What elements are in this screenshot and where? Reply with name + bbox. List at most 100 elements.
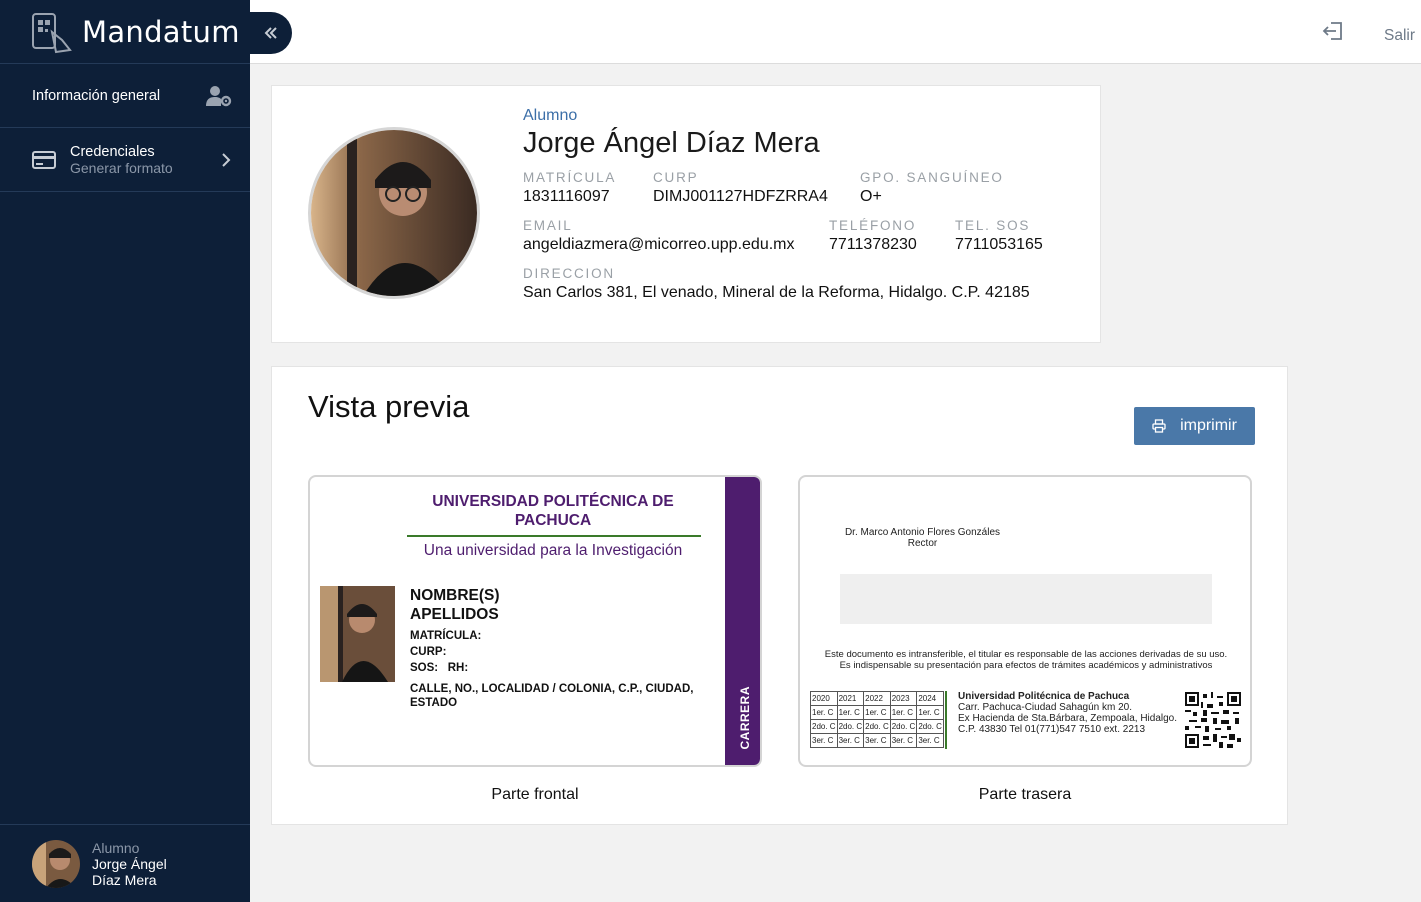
career-placeholder: CARRERA: [738, 685, 752, 750]
semester-cell: 2do. C: [889, 719, 918, 734]
matricula-value: 1831116097: [523, 188, 610, 205]
chevron-right-icon: [222, 152, 231, 167]
semester-cell: 2do. C: [863, 719, 891, 734]
sidebar-item-sublabel: Generar formato: [70, 159, 173, 176]
address-label: DIRECCION: [523, 266, 615, 281]
topbar: Salir: [250, 0, 1421, 64]
collapse-sidebar-button[interactable]: [250, 12, 292, 54]
logout-link[interactable]: Salir: [1384, 27, 1415, 45]
back-caption: Parte trasera: [978, 786, 1072, 803]
current-user[interactable]: Alumno Jorge Ángel Díaz Mera: [0, 824, 250, 902]
student-names: NOMBRE(S) APELLIDOS: [410, 586, 500, 624]
names-placeholder: NOMBRE(S): [410, 587, 500, 604]
phone-label: TELÉFONO: [829, 218, 917, 233]
student-photo: [320, 586, 395, 682]
brand[interactable]: Mandatum: [0, 0, 250, 64]
semester-cell: 2do. C: [836, 719, 865, 734]
year-cell: 2023: [889, 691, 918, 706]
disclaimer: Este documento es intransferible, el tit…: [808, 649, 1244, 671]
blood-type-field: GPO. SANGUÍNEO O+: [860, 170, 1004, 206]
table-row: 1er. C 1er. C 1er. C 1er. C 1er. C: [810, 705, 944, 720]
sidebar-item-informacion-general[interactable]: Información general: [0, 64, 250, 128]
app-logo-icon: [32, 12, 72, 53]
profile-photo: [308, 127, 480, 299]
email-label: EMAIL: [523, 218, 573, 233]
profile-card: Alumno Jorge Ángel Díaz Mera MATRÍCULA 1…: [271, 85, 1101, 343]
semester-cell: 3er. C: [836, 733, 865, 748]
preview-title: Vista previa: [308, 389, 470, 424]
rector-name: Dr. Marco Antonio Flores Gonzáles: [844, 527, 1001, 538]
year-cell: 2024: [916, 691, 944, 706]
logout-icon[interactable]: [1322, 20, 1344, 42]
sos-phone-label: TEL. SOS: [955, 218, 1031, 233]
semester-cell: 2do. C: [916, 719, 944, 734]
year-cell: 2022: [863, 691, 891, 706]
address-placeholder: CALLE, NO., LOCALIDAD / COLONIA, C.P., C…: [410, 683, 694, 709]
sos-phone-field: TEL. SOS 7711053165: [955, 218, 1043, 254]
disclaimer-line1: Este documento es intransferible, el tit…: [824, 649, 1228, 660]
year-cell: 2020: [810, 691, 838, 706]
career-band: CARRERA: [725, 477, 760, 765]
user-name-line2: Díaz Mera: [92, 871, 157, 888]
id-card-front: UNIVERSIDAD POLITÉCNICA DE PACHUCA Una u…: [308, 475, 762, 767]
matricula-placeholder: MATRÍCULA:: [410, 630, 482, 642]
disclaimer-line2: Es indispensable su presentación para ef…: [839, 660, 1213, 671]
credit-card-icon: [32, 150, 56, 169]
university-slogan: Una universidad para la Investigación: [423, 542, 683, 559]
sidebar: Mandatum Información general Credenciale…: [0, 0, 250, 902]
sidebar-item-label: Información general: [32, 87, 161, 104]
email-field: EMAIL angeldiazmera@micorreo.upp.edu.mx: [523, 218, 794, 254]
university-address-line3: C.P. 43830 Tel 01(771)547 7510 ext. 2213: [958, 724, 1146, 735]
phone-field: TELÉFONO 7711378230: [829, 218, 917, 254]
email-value: angeldiazmera@micorreo.upp.edu.mx: [523, 236, 795, 253]
sos-placeholder: SOS:: [410, 662, 439, 674]
semester-cell: 1er. C: [836, 705, 865, 720]
app-title: Mandatum: [82, 14, 240, 49]
user-name-line1: Jorge Ángel: [92, 855, 167, 872]
table-row: 3er. C 3er. C 3er. C 3er. C 3er. C: [810, 733, 944, 748]
curp-field: CURP DIMJ001127HDFZRRA4: [653, 170, 828, 206]
rector-signature-label: Dr. Marco Antonio Flores Gonzáles Rector: [830, 527, 1015, 549]
university-address-line2: Ex Hacienda de Sta.Bárbara, Zempoala, Hi…: [958, 713, 1178, 724]
table-row: 2do. C 2do. C 2do. C 2do. C 2do. C: [810, 719, 944, 734]
semester-cell: 3er. C: [916, 733, 944, 748]
student-fields: MATRÍCULA: CURP: SOS: RH:: [410, 628, 481, 676]
semester-cell: 1er. C: [916, 705, 944, 720]
semester-table: 2020 2021 2022 2023 2024 1er. C 1er. C 1…: [810, 691, 944, 748]
curp-value: DIMJ001127HDFZRRA4: [653, 188, 828, 205]
divider: [945, 691, 947, 749]
rector-title: Rector: [907, 538, 938, 549]
phone-value: 7711378230: [829, 236, 917, 253]
semester-cell: 3er. C: [863, 733, 891, 748]
user-gear-icon: [206, 85, 232, 106]
semester-cell: 2do. C: [810, 719, 838, 734]
user-role: Alumno: [92, 839, 140, 856]
university-address: Universidad Politécnica de Pachuca Carr.…: [958, 691, 1177, 735]
print-button-label: imprimir: [1180, 417, 1237, 434]
id-card-back: Dr. Marco Antonio Flores Gonzáles Rector…: [798, 475, 1252, 767]
university-address-line1: Carr. Pachuca-Ciudad Sahagún km 20.: [958, 702, 1132, 713]
printer-icon: [1152, 419, 1166, 433]
year-cell: 2021: [836, 691, 865, 706]
semester-cell: 1er. C: [810, 705, 838, 720]
divider: [407, 535, 701, 537]
curp-placeholder: CURP:: [410, 646, 447, 658]
print-button[interactable]: imprimir: [1134, 407, 1255, 445]
university-address-name: Universidad Politécnica de Pachuca: [958, 691, 1130, 702]
university-name-line2: PACHUCA: [514, 512, 592, 529]
university-name: UNIVERSIDAD POLITÉCNICA DE PACHUCA: [400, 492, 706, 530]
matricula-field: MATRÍCULA 1831116097: [523, 170, 616, 206]
sidebar-item-credenciales[interactable]: Credenciales Generar formato: [0, 128, 250, 192]
signature-box: [840, 574, 1212, 624]
semester-cell: 3er. C: [810, 733, 838, 748]
curp-label: CURP: [653, 170, 699, 185]
table-row: 2020 2021 2022 2023 2024: [810, 691, 944, 706]
qr-code-icon: [1185, 692, 1241, 748]
rh-placeholder: RH:: [447, 662, 469, 674]
semester-cell: 3er. C: [889, 733, 918, 748]
surnames-placeholder: APELLIDOS: [410, 606, 499, 623]
semester-cell: 1er. C: [889, 705, 918, 720]
blood-type-value: O+: [860, 188, 882, 205]
avatar: [32, 839, 80, 888]
preview-card: Vista previa imprimir UNIVERSIDAD POLITÉ…: [271, 366, 1288, 825]
